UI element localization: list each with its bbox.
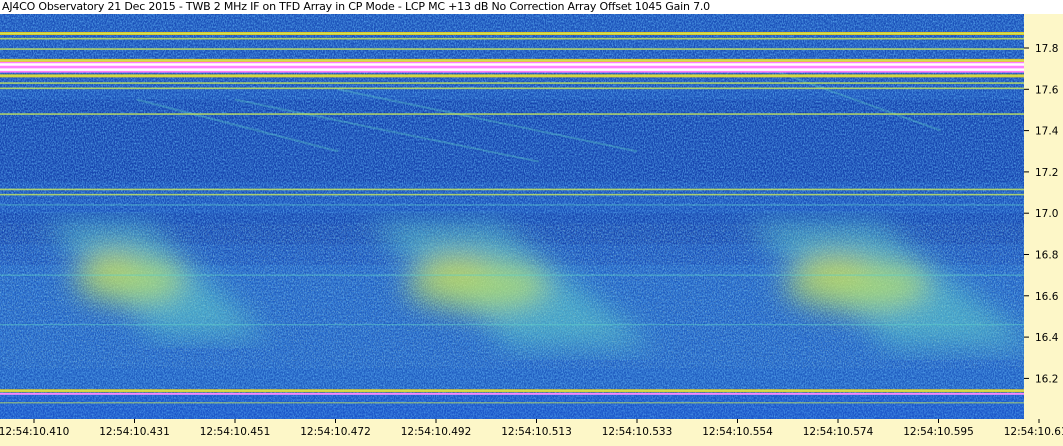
- title-bar: AJ4CO Observatory 21 Dec 2015 - TWB 2 MH…: [0, 0, 1063, 14]
- spectrogram-canvas: [0, 14, 1024, 419]
- speckle-texture: [0, 223, 1024, 369]
- x-tick-label: 12:54:10.431: [99, 426, 170, 438]
- spectrogram-plot: [0, 14, 1024, 419]
- y-axis: 17.8 17.6 17.4 17.2 17.0 16.8 16.6 16.4 16.2: [1024, 43, 1059, 385]
- y-tick-label: 16.4: [1035, 332, 1059, 344]
- x-tick-label: 12:54:10.472: [300, 426, 371, 438]
- x-tick-label: 12:54:10.615: [1004, 426, 1063, 438]
- x-tick-label: 12:54:10.554: [702, 426, 773, 438]
- x-tick-label: 12:54:10.513: [501, 426, 572, 438]
- y-tick-label: 16.2: [1035, 373, 1058, 385]
- noise-texture: [0, 394, 1024, 419]
- y-tick-label: 16.8: [1035, 250, 1058, 262]
- x-tick-label: 12:54:10.410: [0, 426, 69, 438]
- y-tick-label: 17.6: [1035, 84, 1059, 96]
- y-tick-label: 17.0: [1035, 208, 1058, 220]
- y-tick-label: 16.6: [1035, 291, 1059, 303]
- x-tick-label: 12:54:10.492: [401, 426, 472, 438]
- x-axis: 12:54:10.410 12:54:10.431 12:54:10.451 12:5…: [0, 419, 1063, 438]
- x-tick-label: 12:54:10.533: [602, 426, 673, 438]
- x-tick-label: 12:54:10.451: [200, 426, 271, 438]
- y-axis-panel: 17.8 17.6 17.4 17.2 17.0 16.8 16.6 16.4 16.2: [1024, 14, 1063, 419]
- y-tick-label: 17.2: [1035, 167, 1058, 179]
- x-axis-panel: 12:54:10.410 12:54:10.431 12:54:10.451 12:5…: [0, 419, 1063, 441]
- x-tick-label: 12:54:10.595: [903, 426, 974, 438]
- y-tick-label: 17.8: [1035, 43, 1058, 55]
- x-tick-label: 12:54:10.574: [803, 426, 874, 438]
- y-tick-label: 17.4: [1035, 126, 1059, 138]
- chart-title: AJ4CO Observatory 21 Dec 2015 - TWB 2 MH…: [2, 0, 710, 13]
